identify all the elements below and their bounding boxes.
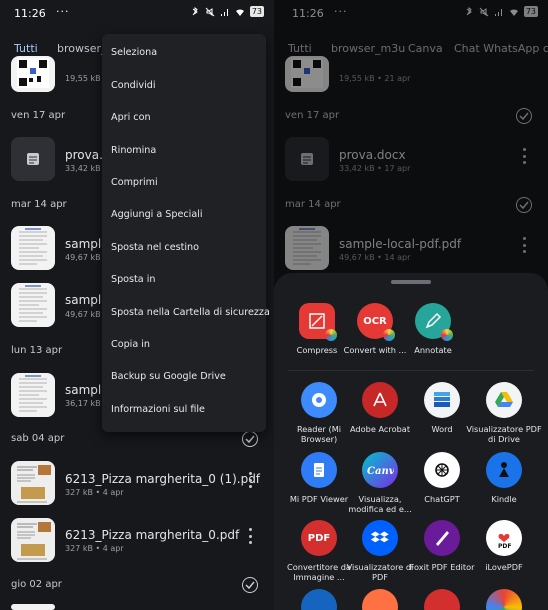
section-date: ven 17 apr — [11, 110, 66, 121]
pizza-page-preview — [17, 522, 51, 560]
mute-icon — [205, 7, 215, 16]
pizza-pdf-thumbnail[interactable] — [11, 461, 55, 505]
menu-item-condividi[interactable]: Condividi — [111, 80, 156, 91]
file-meta: 327 kB • 4 apr — [65, 488, 124, 497]
qr-code-icon — [17, 58, 49, 88]
file-meta: 49,67 kB — [65, 310, 101, 319]
file-meta: 33,42 kB — [65, 164, 101, 173]
menu-item-apri-con[interactable]: Apri con — [111, 112, 151, 123]
status-bar: 11:26 ··· 73 — [0, 0, 274, 26]
compress-icon — [299, 303, 337, 341]
select-all-check-icon[interactable] — [242, 431, 258, 447]
menu-item-backup-drive[interactable]: Backup su Google Drive — [111, 371, 226, 382]
action-label: Annotate — [414, 345, 452, 355]
menu-item-informazioni[interactable]: Informazioni sul file — [111, 404, 205, 415]
app-label: iLovePDF — [485, 562, 523, 572]
google-photos-icon[interactable] — [486, 589, 522, 610]
firefox-icon[interactable] — [362, 589, 398, 610]
section-date: gio 02 apr — [11, 579, 62, 590]
file-meta: 327 kB • 4 apr — [65, 544, 124, 553]
right-screen: 11:26 ··· 73 Tutti browser_m3u Canva Cha… — [274, 0, 548, 610]
status-time: 11:26 — [14, 7, 46, 20]
more-options-icon[interactable] — [247, 472, 253, 488]
chatgpt-icon — [424, 452, 460, 488]
app-label: Visualizzatore PDF di Drive — [466, 424, 542, 444]
mi-pdf-icon — [301, 452, 337, 488]
doc-thumbnail[interactable] — [11, 137, 55, 181]
drag-handle[interactable] — [391, 280, 431, 284]
svg-text:PDF: PDF — [498, 543, 511, 549]
file-name[interactable]: 6213_Pizza margherita_0 (1).pdf — [65, 472, 260, 486]
select-all-check-icon[interactable] — [242, 577, 258, 593]
divider — [288, 370, 534, 371]
pizza-page-preview — [17, 465, 51, 503]
pdf-page-preview — [19, 285, 47, 322]
qr-thumbnail[interactable] — [11, 56, 55, 92]
app-label: Kindle — [491, 494, 517, 504]
pdf-thumbnail[interactable] — [11, 373, 55, 417]
pdf-editor-icon[interactable] — [424, 589, 460, 610]
left-screen: 11:26 ··· 73 Tutti browser_m 19,55 kB • … — [0, 0, 274, 610]
tab-tutti[interactable]: Tutti — [14, 42, 38, 55]
context-menu: Seleziona Condividi Apri con Rinomina Co… — [102, 34, 270, 432]
file-meta: 49,67 kB — [65, 253, 101, 262]
pencil-icon — [415, 303, 453, 341]
menu-item-seleziona[interactable]: Seleziona — [111, 47, 157, 58]
notification-dots: ··· — [56, 5, 70, 18]
menu-item-sposta-in[interactable]: Sposta in — [111, 274, 155, 285]
menu-item-cartella-sicurezza[interactable]: Sposta nella Cartella di sicurezza — [111, 307, 270, 318]
pdf-page-preview — [19, 375, 47, 412]
mi-browser-icon — [301, 382, 337, 418]
menu-item-sposta-cestino[interactable]: Sposta nel cestino — [111, 242, 199, 253]
status-icons: 73 — [190, 6, 264, 17]
pdf-thumbnail[interactable] — [11, 283, 55, 327]
drive-icon — [486, 382, 522, 418]
app-ilovepdf[interactable]: PDF iLovePDF — [464, 520, 544, 572]
pizza-pdf-thumbnail[interactable] — [11, 518, 55, 562]
kindle-icon — [486, 452, 522, 488]
canva-icon: Canva — [362, 452, 398, 488]
acrobat-icon — [362, 382, 398, 418]
menu-item-copia-in[interactable]: Copia in — [111, 339, 150, 350]
file-name[interactable]: 6213_Pizza margherita_0.pdf — [65, 528, 239, 542]
section-date: mar 14 apr — [11, 199, 67, 210]
menu-item-rinomina[interactable]: Rinomina — [111, 145, 156, 156]
menu-item-aggiungi-speciali[interactable]: Aggiungi a Speciali — [111, 209, 203, 220]
signal-icon — [220, 8, 228, 16]
pdf-page-preview — [19, 228, 47, 265]
document-icon — [27, 153, 39, 165]
battery-icon: 73 — [249, 6, 264, 17]
share-sheet: Compress OCR Convert with ... Annotate R… — [274, 273, 548, 610]
section-date: lun 13 apr — [11, 345, 63, 356]
app-kindle[interactable]: Kindle — [464, 452, 544, 504]
dropbox-icon — [362, 520, 398, 556]
more-options-icon[interactable] — [247, 528, 253, 544]
foxit-icon — [424, 520, 460, 556]
app-drive-pdf-viewer[interactable]: Visualizzatore PDF di Drive — [464, 382, 544, 444]
ilovepdf-icon: PDF — [486, 520, 522, 556]
bluetooth-icon — [192, 6, 198, 15]
file-meta: 36,17 kB — [65, 399, 101, 408]
section-date: sab 04 apr — [11, 433, 65, 444]
pdf-thumbnail[interactable] — [11, 604, 55, 610]
ocr-icon: OCR — [357, 303, 395, 341]
color-badge-icon — [441, 329, 453, 341]
pdf-converter-icon: PDF — [301, 520, 337, 556]
edge-icon[interactable] — [301, 589, 337, 610]
svg-text:Canva: Canva — [367, 466, 394, 477]
action-annotate[interactable]: Annotate — [393, 303, 473, 355]
word-icon — [424, 382, 460, 418]
pdf-thumbnail[interactable] — [11, 226, 55, 270]
menu-item-comprimi[interactable]: Comprimi — [111, 177, 158, 188]
wifi-icon — [235, 8, 244, 16]
